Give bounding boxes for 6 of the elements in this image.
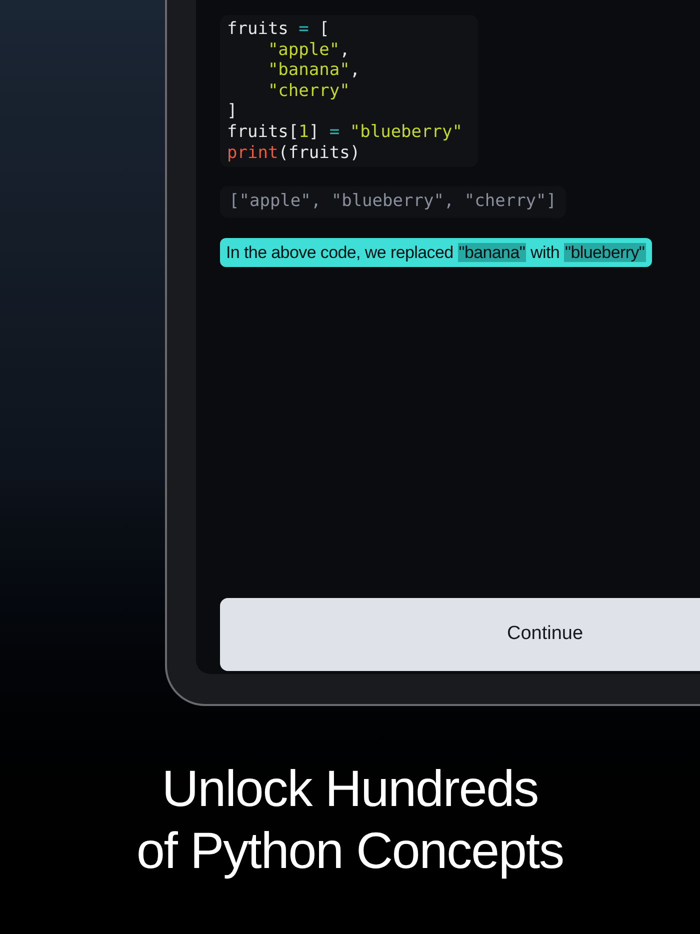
explanation-text: In the above code, we replaced "banana" with "blueberry": [220, 238, 652, 268]
headline-text: Unlock Hundreds: [162, 759, 538, 819]
code-block: fruits = [ "apple", "banana", "cherry" ] fruits[1] = "blueberry" print(fruits): [220, 15, 478, 168]
headline-text: of Python Concepts: [136, 821, 564, 881]
output-text: ["apple", "blueberry", "cherry"]: [220, 186, 566, 218]
continue-button[interactable]: Continue: [220, 598, 700, 671]
